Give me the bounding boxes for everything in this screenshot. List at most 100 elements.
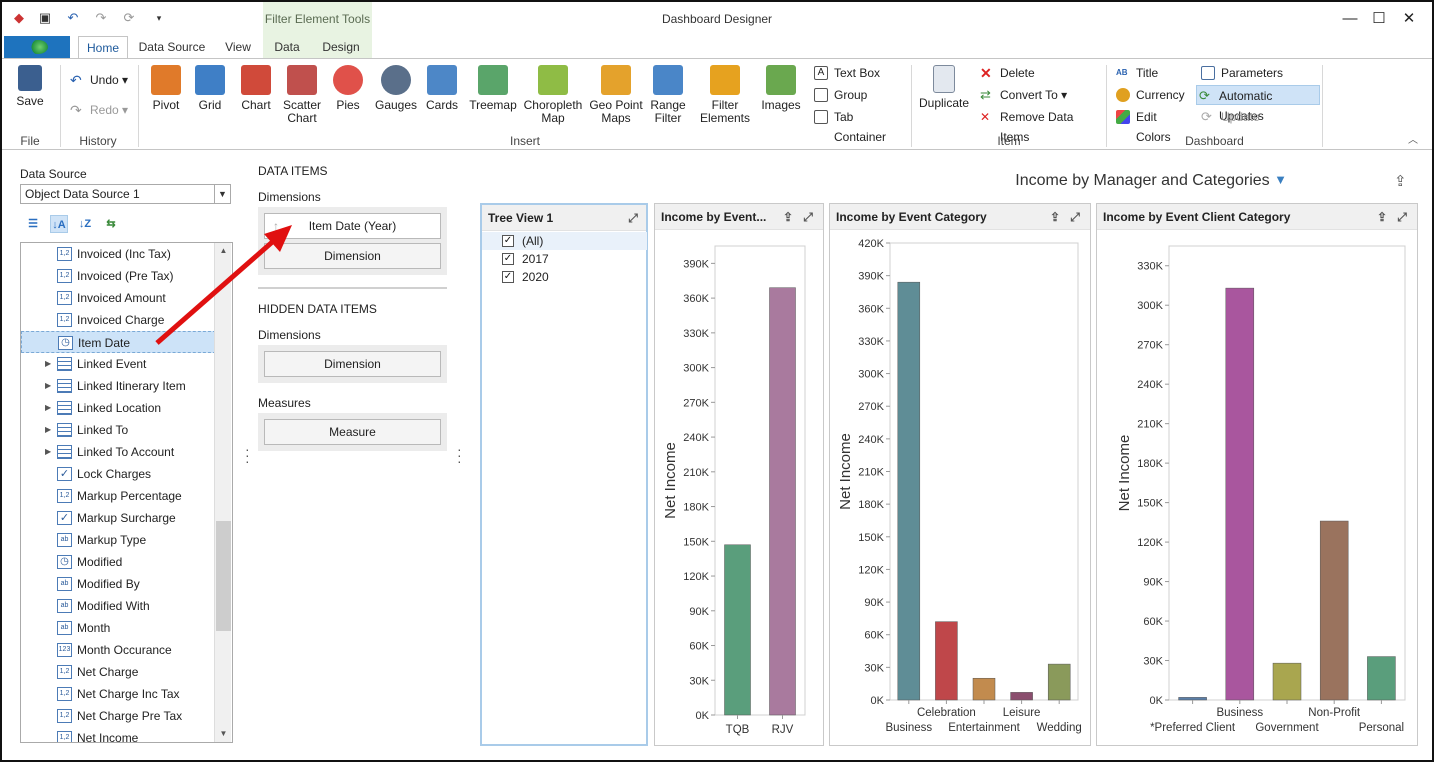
delete-button[interactable]: ✕ Delete bbox=[978, 63, 1098, 83]
minimize-icon[interactable]: — bbox=[1340, 10, 1360, 28]
export-icon[interactable]: ⇪ bbox=[1375, 210, 1389, 224]
tree-item-2020[interactable]: ✓ 2020 bbox=[482, 268, 647, 286]
splitter-handle[interactable]: · · · bbox=[457, 442, 463, 468]
field-item[interactable]: ab Modified By bbox=[21, 573, 216, 595]
tree-item-2017[interactable]: ✓ 2017 bbox=[482, 250, 647, 268]
file-menu-button[interactable] bbox=[4, 36, 70, 58]
update-button[interactable]: ⟳ Update bbox=[1199, 107, 1319, 127]
bar[interactable] bbox=[1319, 520, 1349, 701]
undo-button[interactable]: ↶ Undo ▾ bbox=[68, 70, 138, 90]
data-source-select[interactable]: Object Data Source 1 ▼ bbox=[20, 184, 231, 204]
field-item[interactable]: 1,2 Net Income bbox=[21, 727, 216, 742]
treemap-button[interactable]: Treemap bbox=[468, 63, 518, 112]
bar[interactable] bbox=[1047, 663, 1071, 701]
save-button[interactable]: Save bbox=[10, 63, 50, 108]
field-item[interactable]: ▶ Linked Location bbox=[21, 397, 216, 419]
checkbox-checked[interactable]: ✓ bbox=[502, 271, 514, 283]
field-item[interactable]: ✓ Lock Charges bbox=[21, 463, 216, 485]
measure-placeholder[interactable]: Measure bbox=[264, 419, 441, 445]
expand-arrow-icon[interactable]: ▶ bbox=[45, 441, 51, 463]
maximize-icon[interactable]: ⤢ bbox=[801, 210, 815, 224]
tree-item-all[interactable]: ✓ (All) bbox=[482, 232, 647, 250]
bar[interactable] bbox=[1272, 662, 1302, 701]
field-item[interactable]: 1,2 Invoiced (Pre Tax) bbox=[21, 265, 216, 287]
field-item[interactable]: ◷ Item Date bbox=[21, 331, 216, 353]
scatter-chart-button[interactable]: Scatter Chart bbox=[278, 63, 326, 125]
bar[interactable] bbox=[1225, 287, 1255, 701]
expand-arrow-icon[interactable]: ▶ bbox=[45, 375, 51, 397]
field-item[interactable]: ▶ Linked To Account bbox=[21, 441, 216, 463]
bar[interactable] bbox=[972, 677, 996, 701]
scroll-down-icon[interactable]: ▼ bbox=[215, 726, 232, 742]
automatic-updates-toggle[interactable]: ⟳ Automatic Updates bbox=[1196, 85, 1320, 123]
bar[interactable] bbox=[1010, 692, 1033, 701]
tab-data[interactable]: Data bbox=[265, 36, 309, 58]
range-filter-button[interactable]: Range Filter bbox=[646, 63, 690, 125]
field-list[interactable]: 1,2 Invoiced (Inc Tax) 1,2 Invoiced (Pre Ta… bbox=[20, 242, 233, 743]
field-item[interactable]: 1,2 Markup Percentage bbox=[21, 485, 216, 507]
field-item[interactable]: 1,2 Invoiced (Inc Tax) bbox=[21, 243, 216, 265]
pivot-button[interactable]: Pivot bbox=[146, 63, 186, 112]
bar[interactable] bbox=[724, 544, 751, 716]
export-icon[interactable]: ⇪ bbox=[1048, 210, 1062, 224]
field-item[interactable]: ▶ Linked Event bbox=[21, 353, 216, 375]
sort-descending-icon[interactable]: ↓Z bbox=[76, 215, 94, 233]
geo-point-map-button[interactable]: Geo Point Maps bbox=[588, 63, 644, 125]
field-item[interactable]: 1,2 Net Charge Pre Tax bbox=[21, 705, 216, 727]
field-list-scrollbar[interactable]: ▲ ▼ bbox=[214, 243, 231, 742]
cards-button[interactable]: Cards bbox=[422, 63, 462, 112]
field-item[interactable]: ✓ Markup Surcharge bbox=[21, 507, 216, 529]
field-item[interactable]: ab Markup Type bbox=[21, 529, 216, 551]
bar[interactable] bbox=[935, 621, 958, 701]
tab-container-button[interactable]: Tab Container bbox=[812, 107, 907, 144]
grid-button[interactable]: Grid bbox=[190, 63, 230, 112]
dimension-item-date-year[interactable]: ↑ Item Date (Year) bbox=[264, 213, 441, 239]
bar[interactable] bbox=[1367, 656, 1396, 701]
checkbox-checked[interactable]: ✓ bbox=[502, 235, 514, 247]
currency-button[interactable]: Currency bbox=[1114, 85, 1194, 105]
swap-icon[interactable]: ⇆ bbox=[102, 215, 120, 233]
bar[interactable] bbox=[1178, 697, 1207, 701]
export-icon[interactable]: ⇪ bbox=[781, 210, 795, 224]
group-button[interactable]: Group bbox=[812, 85, 907, 105]
field-item[interactable]: 1,2 Invoiced Amount bbox=[21, 287, 216, 309]
checkbox-checked[interactable]: ✓ bbox=[502, 253, 514, 265]
gauge-button[interactable]: Gauges bbox=[374, 63, 418, 112]
maximize-icon[interactable]: ⤢ bbox=[1068, 210, 1082, 224]
dimension-placeholder[interactable]: Dimension bbox=[264, 243, 441, 269]
expand-arrow-icon[interactable]: ▶ bbox=[45, 397, 51, 419]
expand-arrow-icon[interactable]: ▶ bbox=[45, 419, 51, 441]
expand-arrow-icon[interactable]: ▶ bbox=[45, 353, 51, 375]
pie-button[interactable]: Pies bbox=[330, 63, 366, 112]
chart-panel-client-category[interactable]: Income by Event Client Category ⇪ ⤢ 0K 30… bbox=[1096, 203, 1418, 746]
chart-panel-event[interactable]: Income by Event... ⇪ ⤢ 0K 30K 60K 90K 120K 15… bbox=[654, 203, 824, 746]
edit-colors-button[interactable]: Edit Colors bbox=[1114, 107, 1194, 144]
duplicate-button[interactable]: Duplicate bbox=[918, 63, 970, 110]
field-item[interactable]: 1,2 Net Charge bbox=[21, 661, 216, 683]
text-box-button[interactable]: A Text Box bbox=[812, 63, 907, 83]
bar[interactable] bbox=[769, 287, 796, 716]
chart-panel-event-category[interactable]: Income by Event Category ⇪ ⤢ 0K 30K 60K 90K… bbox=[829, 203, 1091, 746]
field-item[interactable]: 1,2 Invoiced Charge bbox=[21, 309, 216, 331]
title-button[interactable]: AB Title bbox=[1114, 63, 1194, 83]
field-item[interactable]: ▶ Linked Itinerary Item bbox=[21, 375, 216, 397]
close-icon[interactable]: ✕ bbox=[1399, 10, 1419, 28]
convert-to-button[interactable]: ⇄ Convert To ▾ bbox=[978, 85, 1098, 105]
field-item[interactable]: ab Modified With bbox=[21, 595, 216, 617]
images-button[interactable]: Images bbox=[758, 63, 804, 112]
remove-data-items-button[interactable]: ✕ Remove Data Items bbox=[978, 107, 1100, 144]
scrollbar-thumb[interactable] bbox=[216, 521, 231, 631]
tab-design[interactable]: Design bbox=[316, 36, 366, 58]
hidden-dimension-placeholder[interactable]: Dimension bbox=[264, 351, 441, 377]
scroll-up-icon[interactable]: ▲ bbox=[215, 243, 232, 259]
collapse-ribbon-icon[interactable]: ︿ bbox=[1408, 131, 1418, 146]
field-item[interactable]: 1,2 Net Charge Inc Tax bbox=[21, 683, 216, 705]
tab-home[interactable]: Home bbox=[78, 36, 128, 58]
field-item[interactable]: ab Month bbox=[21, 617, 216, 639]
export-icon[interactable]: ⇪ bbox=[1394, 172, 1407, 190]
parameters-button[interactable]: Parameters bbox=[1199, 63, 1319, 83]
bar[interactable] bbox=[897, 281, 921, 701]
redo-button[interactable]: ↷ Redo ▾ bbox=[68, 100, 138, 120]
field-item[interactable]: 123 Month Occurance bbox=[21, 639, 216, 661]
filter-elements-button[interactable]: Filter Elements bbox=[698, 63, 752, 125]
